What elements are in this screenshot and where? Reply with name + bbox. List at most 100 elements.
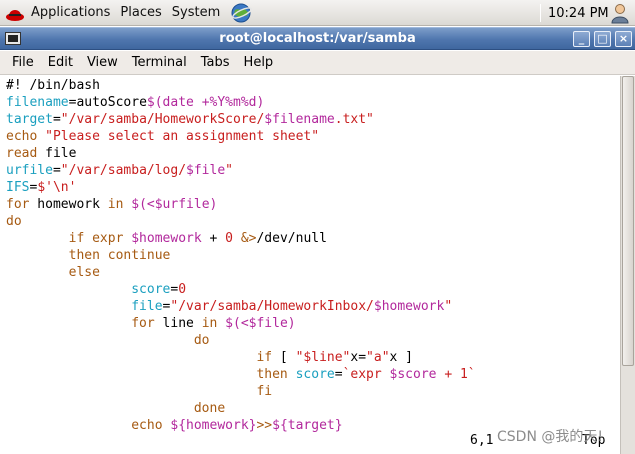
code-line: filename=autoScore$(date +%Y%m%d) (6, 94, 620, 111)
close-button[interactable]: × (615, 31, 632, 47)
code-token: x= (350, 350, 367, 365)
clock[interactable]: 10:24 PM (548, 0, 609, 26)
code-token: "/var/samba/log/ (60, 163, 187, 178)
code-token: $'\n' (37, 180, 77, 195)
code-line: else (6, 264, 620, 281)
code-line: if [ "$line"x="a"x ] (6, 349, 620, 366)
code-token: do (6, 333, 210, 348)
code-token: x ] (389, 350, 414, 365)
code-token: $file (186, 163, 226, 178)
window-titlebar[interactable]: root@localhost:/var/samba _ □ × (0, 27, 635, 50)
code-token: in (107, 197, 124, 212)
system-label: System (171, 5, 221, 20)
cursor-position: 6,1 (470, 433, 494, 448)
window-title: root@localhost:/var/samba (219, 31, 416, 46)
code-token: echo (6, 418, 171, 433)
code-token: $(<$file) (225, 316, 296, 331)
code-token: ${homework} (170, 418, 257, 433)
code-token: $filename (264, 112, 335, 127)
redhat-logo-icon (6, 9, 24, 21)
code-line: file="/var/samba/HomeworkInbox/$homework… (6, 298, 620, 315)
code-token: 0 (178, 282, 187, 297)
terminal-scrollbar[interactable] (620, 76, 635, 454)
code-line: read file (6, 145, 620, 162)
code-line: fi (6, 383, 620, 400)
code-token: homework (29, 197, 108, 212)
code-token: fi (6, 384, 273, 399)
code-token: "/var/samba/HomeworkScore/ (60, 112, 265, 127)
code-token: &> (240, 231, 257, 246)
code-token: score (295, 367, 335, 382)
code-token: $homework (373, 299, 445, 314)
code-token: file (37, 146, 77, 161)
code-line: target="/var/samba/HomeworkScore/$filena… (6, 111, 620, 128)
code-line: urfile="/var/samba/log/$file" (6, 162, 620, 179)
code-token: IFS (6, 180, 30, 195)
code-token: [ (272, 350, 296, 365)
code-token: = (334, 367, 343, 382)
menu-edit[interactable]: Edit (41, 55, 80, 70)
code-token: "a" (366, 350, 390, 365)
applications-menu[interactable]: Applications (0, 0, 115, 25)
code-token: done (6, 401, 226, 416)
code-token: urfile (6, 163, 53, 178)
web-browser-launcher[interactable] (225, 0, 257, 25)
minimize-button[interactable]: _ (573, 31, 590, 47)
code-token: " (225, 163, 233, 178)
code-token: $(<$urfile) (131, 197, 218, 212)
places-menu[interactable]: Places (115, 0, 166, 25)
top-panel: Applications Places System (0, 0, 635, 26)
code-line: #! /bin/bash (6, 77, 620, 94)
code-token: then (6, 367, 296, 382)
code-token: if expr (6, 231, 132, 246)
menu-view[interactable]: View (80, 55, 125, 70)
code-token: file (131, 299, 163, 314)
code-token: + 1` (436, 367, 476, 382)
code-token: + (201, 231, 226, 246)
clock-label: 10:24 PM (548, 5, 609, 21)
code-token: =autoScore (68, 95, 147, 110)
places-label: Places (120, 5, 162, 20)
code-line: done (6, 400, 620, 417)
code-token: .txt" (334, 112, 374, 127)
code-token: then continue (6, 248, 171, 263)
code-line: for line in $(<$file) (6, 315, 620, 332)
code-token: "/var/samba/HomeworkInbox/ (170, 299, 374, 314)
user-icon[interactable] (609, 2, 631, 24)
system-menu[interactable]: System (167, 0, 225, 25)
globe-icon (231, 3, 253, 22)
menu-file[interactable]: File (0, 55, 41, 70)
code-token: #! /bin/bash (6, 78, 100, 93)
code-token: score (131, 282, 171, 297)
terminal-menubar: File Edit View Terminal Tabs Help (0, 51, 635, 75)
terminal-text-area[interactable]: #! /bin/bash filename=autoScore$(date +%Y… (0, 76, 620, 454)
code-token: $score (389, 367, 437, 382)
menu-help[interactable]: Help (237, 55, 281, 70)
code-token: target (6, 112, 53, 127)
code-token: 0 (225, 231, 233, 246)
code-token: do (6, 214, 22, 229)
menu-terminal[interactable]: Terminal (125, 55, 194, 70)
code-line: echo "Please select an assignment sheet" (6, 128, 620, 145)
code-token: "Please select an assignment sheet" (45, 129, 320, 144)
code-token: in (201, 316, 218, 331)
code-token: >> (256, 418, 273, 433)
code-line: score=0 (6, 281, 620, 298)
code-line: then continue (6, 247, 620, 264)
scrollbar-thumb[interactable] (622, 76, 634, 366)
panel-separator (540, 4, 541, 22)
code-line: for homework in $(<$urfile) (6, 196, 620, 213)
code-line: do (6, 332, 620, 349)
applications-label: Applications (31, 5, 111, 20)
code-line: IFS=$'\n' (6, 179, 620, 196)
menu-tabs[interactable]: Tabs (194, 55, 237, 70)
code-token: " (444, 299, 453, 314)
code-token: if (6, 350, 273, 365)
maximize-button[interactable]: □ (594, 31, 611, 47)
code-token: `expr (342, 367, 390, 382)
code-token: = (52, 163, 61, 178)
code-token: for (6, 316, 155, 331)
watermark: CSDN @我的天! (497, 429, 603, 445)
